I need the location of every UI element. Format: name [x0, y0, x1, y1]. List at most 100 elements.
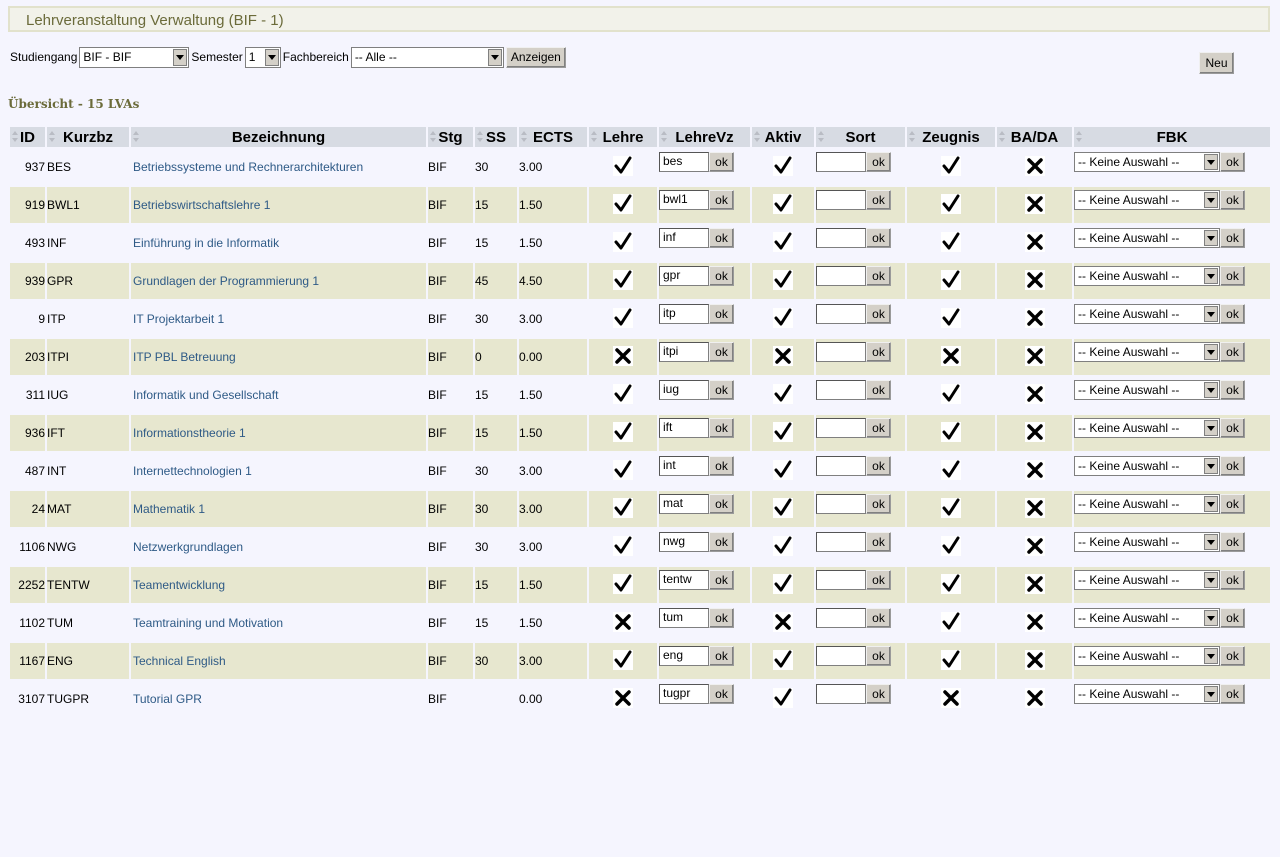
- lehrevz-input[interactable]: iug: [659, 380, 709, 400]
- bezeichnung-link[interactable]: Informationstheorie 1: [131, 415, 426, 451]
- fbk-select[interactable]: -- Keine Auswahl --: [1074, 342, 1220, 362]
- lehrevz-ok-button[interactable]: ok: [709, 684, 734, 704]
- sort-icon[interactable]: [999, 131, 1006, 143]
- check-icon[interactable]: [613, 573, 633, 594]
- sort-input[interactable]: [816, 608, 866, 628]
- sort-icon[interactable]: [1076, 131, 1083, 143]
- check-icon[interactable]: [613, 269, 633, 290]
- sort-icon[interactable]: [133, 131, 140, 143]
- lehrevz-input[interactable]: mat: [659, 494, 709, 514]
- cross-icon[interactable]: [1024, 573, 1045, 594]
- sort-input[interactable]: [816, 266, 866, 286]
- sort-input[interactable]: [816, 380, 866, 400]
- cross-icon[interactable]: [1024, 459, 1045, 480]
- chevron-down-icon[interactable]: [1204, 230, 1218, 246]
- column-header[interactable]: Zeugnis: [907, 127, 995, 147]
- sort-icon[interactable]: [521, 131, 528, 143]
- lehrevz-ok-button[interactable]: ok: [709, 646, 734, 666]
- sort-input[interactable]: [816, 304, 866, 324]
- lehrevz-ok-button[interactable]: ok: [709, 304, 734, 324]
- fachbereich-select[interactable]: -- Alle --: [350, 46, 504, 68]
- sort-ok-button[interactable]: ok: [866, 304, 891, 324]
- fbk-ok-button[interactable]: ok: [1220, 646, 1245, 666]
- column-header[interactable]: ID: [10, 127, 45, 147]
- fbk-select[interactable]: -- Keine Auswahl --: [1074, 228, 1220, 248]
- lehrevz-ok-button[interactable]: ok: [709, 228, 734, 248]
- check-icon[interactable]: [613, 649, 633, 670]
- sort-ok-button[interactable]: ok: [866, 228, 891, 248]
- chevron-down-icon[interactable]: [264, 48, 279, 66]
- new-button[interactable]: Neu: [1199, 52, 1234, 74]
- cross-icon[interactable]: [1024, 649, 1045, 670]
- studiengang-select[interactable]: BIF - BIF: [79, 46, 190, 68]
- sort-ok-button[interactable]: ok: [866, 684, 891, 704]
- check-icon[interactable]: [941, 459, 961, 480]
- cross-icon[interactable]: [1024, 535, 1045, 556]
- check-icon[interactable]: [773, 497, 793, 518]
- sort-input[interactable]: [816, 152, 866, 172]
- sort-icon[interactable]: [49, 131, 56, 143]
- column-header[interactable]: SS: [475, 127, 517, 147]
- sort-icon[interactable]: [12, 131, 19, 143]
- sort-input[interactable]: [816, 456, 866, 476]
- check-icon[interactable]: [941, 155, 961, 176]
- lehrevz-ok-button[interactable]: ok: [709, 418, 734, 438]
- lehrevz-input[interactable]: tentw: [659, 570, 709, 590]
- chevron-down-icon[interactable]: [1204, 420, 1218, 436]
- lehrevz-input[interactable]: nwg: [659, 532, 709, 552]
- chevron-down-icon[interactable]: [1204, 496, 1218, 512]
- lehrevz-input[interactable]: gpr: [659, 266, 709, 286]
- lehrevz-ok-button[interactable]: ok: [709, 532, 734, 552]
- fbk-ok-button[interactable]: ok: [1220, 418, 1245, 438]
- fbk-ok-button[interactable]: ok: [1220, 608, 1245, 628]
- fbk-select[interactable]: -- Keine Auswahl --: [1074, 380, 1220, 400]
- bezeichnung-link[interactable]: Informatik und Gesellschaft: [131, 377, 426, 413]
- column-header[interactable]: LehreVz: [659, 127, 750, 147]
- cross-icon[interactable]: [941, 687, 961, 708]
- bezeichnung-link[interactable]: Tutorial GPR: [131, 681, 426, 717]
- chevron-down-icon[interactable]: [1204, 686, 1218, 702]
- lehrevz-ok-button[interactable]: ok: [709, 456, 734, 476]
- semester-select[interactable]: 1: [244, 46, 281, 68]
- check-icon[interactable]: [941, 573, 961, 594]
- sort-ok-button[interactable]: ok: [866, 190, 891, 210]
- check-icon[interactable]: [941, 421, 961, 442]
- column-header[interactable]: BA/DA: [997, 127, 1072, 147]
- lehrevz-ok-button[interactable]: ok: [709, 342, 734, 362]
- sort-ok-button[interactable]: ok: [866, 494, 891, 514]
- cross-icon[interactable]: [1024, 421, 1045, 442]
- bezeichnung-link[interactable]: ITP PBL Betreuung: [131, 339, 426, 375]
- check-icon[interactable]: [613, 307, 633, 328]
- sort-input[interactable]: [816, 684, 866, 704]
- check-icon[interactable]: [773, 649, 793, 670]
- sort-ok-button[interactable]: ok: [866, 266, 891, 286]
- check-icon[interactable]: [941, 231, 961, 252]
- sort-ok-button[interactable]: ok: [866, 342, 891, 362]
- bezeichnung-link[interactable]: Mathematik 1: [131, 491, 426, 527]
- cross-icon[interactable]: [1024, 497, 1045, 518]
- column-header[interactable]: Kurzbz: [47, 127, 129, 147]
- lehrevz-ok-button[interactable]: ok: [709, 266, 734, 286]
- sort-ok-button[interactable]: ok: [866, 380, 891, 400]
- lehrevz-ok-button[interactable]: ok: [709, 152, 734, 172]
- column-header[interactable]: Bezeichnung: [131, 127, 426, 147]
- check-icon[interactable]: [613, 497, 633, 518]
- cross-icon[interactable]: [1024, 383, 1045, 404]
- sort-input[interactable]: [816, 570, 866, 590]
- fbk-select[interactable]: -- Keine Auswahl --: [1074, 418, 1220, 438]
- check-icon[interactable]: [773, 459, 793, 480]
- check-icon[interactable]: [613, 231, 633, 252]
- column-header[interactable]: FBK: [1074, 127, 1270, 147]
- fbk-ok-button[interactable]: ok: [1220, 570, 1245, 590]
- column-header[interactable]: Sort: [816, 127, 905, 147]
- cross-icon[interactable]: [613, 687, 633, 708]
- lehrevz-input[interactable]: tum: [659, 608, 709, 628]
- sort-input[interactable]: [816, 532, 866, 552]
- check-icon[interactable]: [773, 573, 793, 594]
- check-icon[interactable]: [613, 459, 633, 480]
- column-header[interactable]: Lehre: [589, 127, 657, 147]
- fbk-select[interactable]: -- Keine Auswahl --: [1074, 266, 1220, 286]
- lehrevz-ok-button[interactable]: ok: [709, 190, 734, 210]
- check-icon[interactable]: [773, 421, 793, 442]
- check-icon[interactable]: [773, 231, 793, 252]
